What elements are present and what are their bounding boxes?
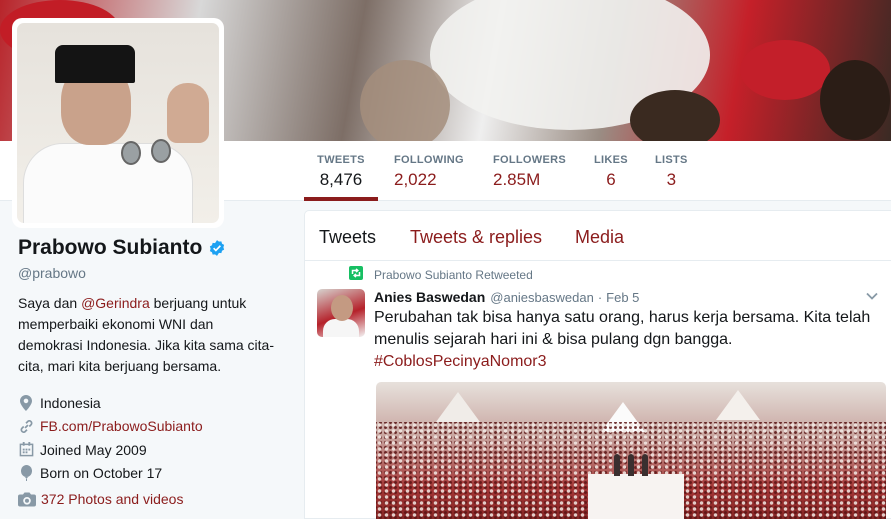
tweet-timestamp[interactable]: Feb 5 <box>606 290 639 305</box>
tweet-hashtag[interactable]: #CoblosPecinyaNomor3 <box>374 353 547 370</box>
photos-videos-label: 372 Photos and videos <box>41 491 184 507</box>
timeline-tabs: Tweets Tweets & replies Media <box>305 211 891 261</box>
tweet-media-image[interactable] <box>376 382 886 519</box>
balloon-icon <box>18 465 34 482</box>
stat-following[interactable]: FOLLOWING 2,022 <box>394 141 464 201</box>
birthday-row: Born on October 17 <box>18 462 288 486</box>
stat-label: FOLLOWING <box>394 154 464 166</box>
chevron-down-icon[interactable] <box>866 292 878 300</box>
retweet-icon <box>349 266 363 285</box>
stat-label: FOLLOWERS <box>493 154 566 166</box>
profile-bio: Saya dan @Gerindra berjuang untuk memper… <box>18 295 274 374</box>
verified-badge-icon <box>210 240 225 256</box>
tab-tweets-replies[interactable]: Tweets & replies <box>410 227 542 248</box>
tweet-author-avatar[interactable] <box>317 289 365 337</box>
stat-value: 8,476 <box>319 170 363 189</box>
bio-mention-link[interactable]: @Gerindra <box>81 295 150 311</box>
stat-value: 3 <box>666 170 677 189</box>
avatar-image <box>17 23 219 223</box>
birthday-text: Born on October 17 <box>40 465 163 482</box>
website-row: FB.com/PrabowoSubianto <box>18 415 288 439</box>
stat-value: 6 <box>606 170 616 189</box>
stat-value: 2,022 <box>394 170 437 189</box>
tweet-header: Anies Baswedan @aniesbaswedan · Feb 5 <box>374 289 639 305</box>
tweet-author-handle[interactable]: @aniesbaswedan <box>490 290 594 305</box>
tweet-text: Perubahan tak bisa hanya satu orang, har… <box>374 309 871 370</box>
stat-tweets[interactable]: TWEETS 8,476 <box>304 141 378 201</box>
calendar-icon <box>18 442 34 458</box>
tab-media[interactable]: Media <box>575 227 624 248</box>
stat-label: LISTS <box>655 154 688 166</box>
stat-lists[interactable]: LISTS 3 <box>655 141 688 201</box>
tab-tweets[interactable]: Tweets <box>319 227 376 248</box>
joined-row: Joined May 2009 <box>18 438 288 462</box>
location-row: Indonesia <box>18 391 288 415</box>
tweet-separator: · <box>597 290 603 305</box>
profile-card: Prabowo Subianto @prabowo Saya dan @Geri… <box>18 236 288 485</box>
timeline: Tweets Tweets & replies Media Prabowo Su… <box>304 210 891 519</box>
photos-videos-link[interactable]: 372 Photos and videos <box>18 491 183 507</box>
stat-value: 2.85M <box>493 170 541 189</box>
stat-label: LIKES <box>594 154 628 166</box>
profile-name[interactable]: Prabowo Subianto <box>18 236 202 260</box>
profile-avatar[interactable] <box>12 18 224 228</box>
retweeted-by-label[interactable]: Prabowo Subianto Retweeted <box>374 268 533 282</box>
joined-text: Joined May 2009 <box>40 441 147 458</box>
stat-label: TWEETS <box>317 154 365 166</box>
location-pin-icon <box>18 394 34 411</box>
tweet-author-name[interactable]: Anies Baswedan <box>374 289 485 305</box>
stat-followers[interactable]: FOLLOWERS 2.85M <box>493 141 566 201</box>
location-text: Indonesia <box>40 394 101 411</box>
website-link[interactable]: FB.com/PrabowoSubianto <box>40 418 203 434</box>
stat-likes[interactable]: LIKES 6 <box>594 141 628 201</box>
camera-icon <box>18 492 36 507</box>
profile-handle[interactable]: @prabowo <box>18 265 288 281</box>
link-icon <box>18 418 34 434</box>
